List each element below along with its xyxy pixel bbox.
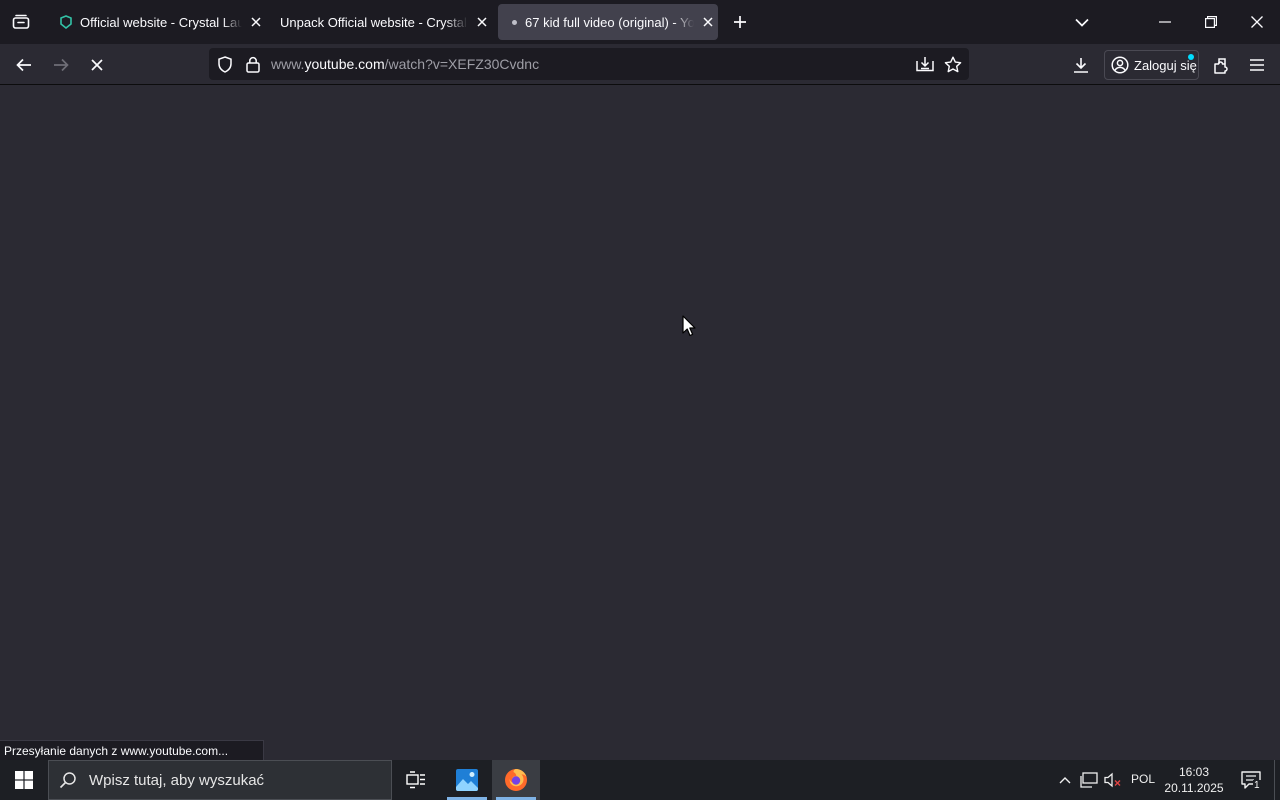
tab-list-icon xyxy=(12,14,30,29)
task-view-button[interactable] xyxy=(392,760,440,800)
url-bar[interactable]: www.youtube.com/watch?v=XEFZ30Cvdnc xyxy=(209,48,969,80)
close-icon[interactable] xyxy=(472,12,492,32)
windows-logo-icon xyxy=(15,771,33,789)
taskbar-clock[interactable]: 16:03 20.11.2025 xyxy=(1160,764,1228,796)
minimize-icon xyxy=(1159,21,1171,23)
tab-unpack-crystal-launcher[interactable]: Unpack Official website - Crystal Launch… xyxy=(274,4,492,40)
search-placeholder: Wpisz tutaj, aby wyszukać xyxy=(89,771,265,789)
muted-speaker-icon xyxy=(1104,772,1121,788)
close-icon[interactable] xyxy=(246,12,266,32)
navigation-toolbar: www.youtube.com/watch?v=XEFZ30Cvdnc Zalo… xyxy=(0,44,1280,85)
tab-crystal-launcher[interactable]: Official website - Crystal Launcher xyxy=(50,4,266,40)
chevron-up-icon xyxy=(1059,777,1071,784)
restore-icon xyxy=(1205,16,1217,28)
start-button[interactable] xyxy=(0,760,48,800)
lock-icon[interactable] xyxy=(243,54,263,74)
back-arrow-icon xyxy=(16,58,31,72)
mouse-cursor-icon xyxy=(682,315,696,342)
downloads-icon xyxy=(1074,58,1088,73)
network-status-button[interactable] xyxy=(1078,760,1100,800)
tab-title: Official website - Crystal Launcher xyxy=(80,14,242,30)
tab-list-button[interactable] xyxy=(0,0,42,44)
notification-count: 1 xyxy=(1253,780,1261,791)
network-icon xyxy=(1080,772,1098,788)
page-content-area[interactable] xyxy=(0,86,1280,760)
loading-dot-icon xyxy=(512,19,517,25)
downloads-button[interactable] xyxy=(1066,50,1096,80)
back-button[interactable] xyxy=(9,50,39,80)
stop-loading-button[interactable] xyxy=(82,50,112,80)
account-icon xyxy=(1111,56,1129,74)
application-menu-button[interactable] xyxy=(1242,50,1272,80)
close-icon xyxy=(1251,16,1263,28)
tab-title: 67 kid full video (original) - YouTube xyxy=(525,14,694,30)
close-window-button[interactable] xyxy=(1234,0,1280,44)
show-desktop-button[interactable] xyxy=(1274,760,1280,800)
taskbar-photos-app[interactable] xyxy=(443,760,491,800)
shield-icon[interactable] xyxy=(215,54,235,74)
windows-taskbar: Wpisz tutaj, aby wyszukać POL 16:03 20.1… xyxy=(0,760,1280,800)
stop-loading-icon xyxy=(91,59,103,71)
chevron-down-icon xyxy=(1075,18,1089,27)
hamburger-menu-icon xyxy=(1250,59,1264,71)
extensions-icon xyxy=(1214,58,1228,74)
input-language-indicator[interactable]: POL xyxy=(1131,772,1155,786)
task-view-icon xyxy=(406,771,425,789)
new-tab-button[interactable] xyxy=(726,8,754,36)
photos-app-icon xyxy=(456,769,478,791)
plus-icon xyxy=(734,16,746,28)
url-path: /watch?v=XEFZ30Cvdnc xyxy=(384,56,540,72)
url-host: youtube.com xyxy=(304,56,385,72)
minimize-button[interactable] xyxy=(1142,0,1188,44)
status-panel: Przesyłanie danych z www.youtube.com... xyxy=(0,740,264,760)
taskbar-search-box[interactable]: Wpisz tutaj, aby wyszukać xyxy=(48,760,392,800)
url-text[interactable]: www.youtube.com/watch?v=XEFZ30Cvdnc xyxy=(271,56,539,72)
clock-date: 20.11.2025 xyxy=(1164,781,1224,795)
url-prefix: www. xyxy=(271,56,305,72)
firefox-icon xyxy=(505,769,527,791)
crystal-launcher-favicon xyxy=(58,14,74,30)
tab-bar: Official website - Crystal Launcher Unpa… xyxy=(0,0,1280,44)
account-button[interactable]: Zaloguj się xyxy=(1104,50,1199,80)
taskbar-firefox-app[interactable] xyxy=(492,760,540,800)
forward-arrow-icon xyxy=(54,58,69,72)
account-label: Zaloguj się xyxy=(1134,57,1197,73)
account-notification-badge xyxy=(1188,54,1194,60)
tab-title: Unpack Official website - Crystal Launch… xyxy=(280,14,468,30)
volume-button[interactable] xyxy=(1102,760,1124,800)
restore-button[interactable] xyxy=(1188,0,1234,44)
list-all-tabs-button[interactable] xyxy=(1068,8,1096,36)
forward-button[interactable] xyxy=(46,50,76,80)
tab-youtube-video[interactable]: 67 kid full video (original) - YouTube xyxy=(498,4,718,40)
close-icon[interactable] xyxy=(698,12,718,32)
clock-time: 16:03 xyxy=(1178,765,1210,779)
show-hidden-icons-button[interactable] xyxy=(1054,760,1076,800)
search-icon xyxy=(59,772,76,789)
extensions-button[interactable] xyxy=(1206,50,1236,80)
star-icon[interactable] xyxy=(943,54,963,74)
action-center-button[interactable]: 1 xyxy=(1234,760,1268,800)
reader-download-icon[interactable] xyxy=(915,54,935,74)
